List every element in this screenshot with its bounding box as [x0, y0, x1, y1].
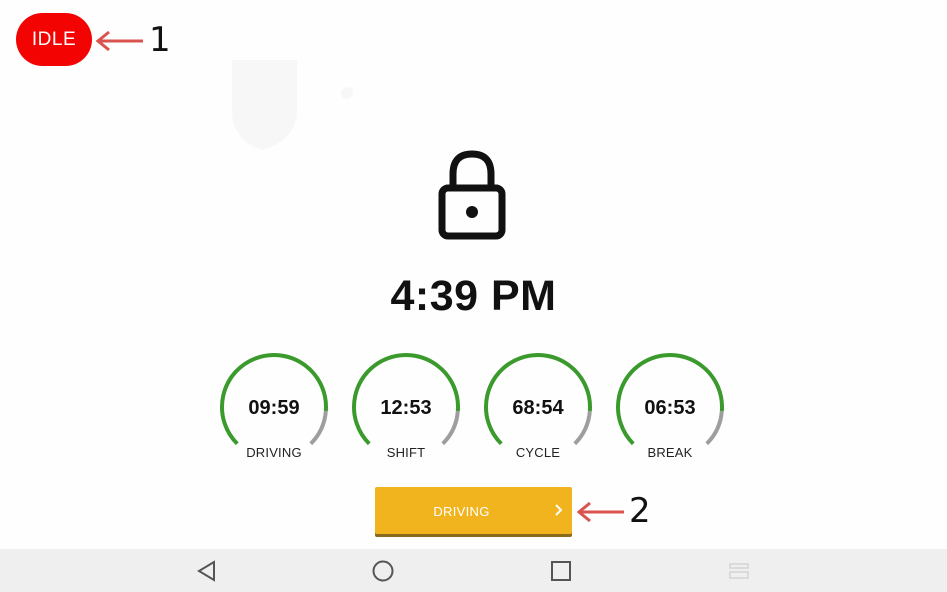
- annotation-number: 1: [149, 20, 171, 60]
- driving-button[interactable]: DRIVING: [375, 487, 572, 534]
- annotation-number: 2: [629, 491, 651, 531]
- timer-shift: 12:53 SHIFT: [350, 352, 462, 462]
- timer-driving: 09:59 DRIVING: [218, 352, 330, 462]
- timer-label: DRIVING: [246, 445, 302, 460]
- menu-icon[interactable]: [727, 559, 751, 583]
- timer-value: 06:53: [644, 397, 696, 419]
- timer-label: BREAK: [647, 445, 693, 460]
- annotation-arrow-icon: [95, 30, 143, 52]
- timer-value: 09:59: [248, 397, 300, 419]
- back-icon[interactable]: [195, 559, 219, 583]
- lock-screen: IDLE 1 4:39 PM 09:59 DRIVING 12:53 SHIFT…: [0, 0, 947, 592]
- status-badge[interactable]: IDLE: [16, 13, 92, 66]
- timer-label: CYCLE: [515, 445, 561, 460]
- recents-icon[interactable]: [549, 559, 573, 583]
- timer-cycle: 68:54 CYCLE: [482, 352, 594, 462]
- timer-label: SHIFT: [386, 445, 426, 460]
- annotation-arrow-icon: [576, 501, 624, 523]
- lock-icon: [438, 150, 506, 240]
- clock-time: 4:39 PM: [390, 272, 557, 320]
- timer-break: 06:53 BREAK: [614, 352, 726, 462]
- home-icon[interactable]: [371, 559, 395, 583]
- timer-value: 68:54: [512, 397, 564, 419]
- driving-button-label: DRIVING: [433, 504, 490, 519]
- status-label: IDLE: [31, 28, 77, 50]
- timer-value: 12:53: [380, 397, 432, 419]
- shield-watermark-icon: [232, 60, 353, 150]
- navigation-bar: [0, 549, 947, 592]
- chevron-right-icon: [555, 504, 563, 516]
